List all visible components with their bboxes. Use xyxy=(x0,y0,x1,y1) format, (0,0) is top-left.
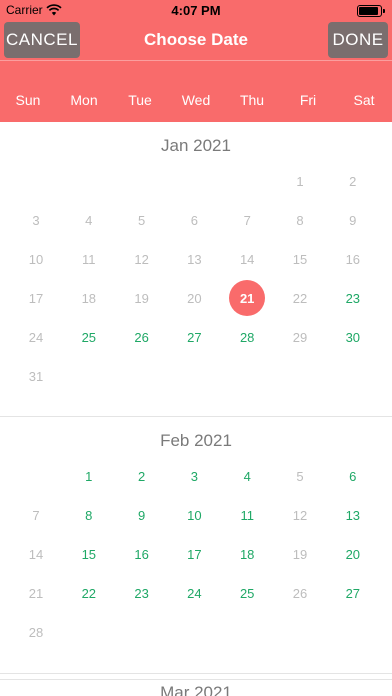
day-cell[interactable]: 16 xyxy=(124,536,160,572)
day-cell[interactable]: 9 xyxy=(124,497,160,533)
day-cell: 6 xyxy=(190,212,198,228)
day-cell[interactable]: 2 xyxy=(124,458,160,494)
day-cell: 7 xyxy=(32,507,40,523)
day-cell: 8 xyxy=(296,212,304,228)
day-cell: 22 xyxy=(292,290,308,306)
day-cell: 12 xyxy=(134,251,149,267)
month-title: Feb 2021 xyxy=(160,431,232,450)
day-cell[interactable]: 28 xyxy=(229,319,265,355)
header-divider xyxy=(0,60,392,61)
weekday-label: Sat xyxy=(353,92,375,108)
day-cell[interactable]: 4 xyxy=(229,458,265,494)
weekday-label: Thu xyxy=(239,92,265,108)
day-cell: 24 xyxy=(28,329,44,345)
month-divider xyxy=(0,416,392,417)
day-cell: 3 xyxy=(32,212,40,228)
day-cell[interactable]: 11 xyxy=(229,497,265,533)
day-cell: 2 xyxy=(349,173,357,189)
day-cell: 14 xyxy=(239,251,255,267)
day-cell: 28 xyxy=(28,624,44,640)
day-cell[interactable]: 22 xyxy=(71,575,107,611)
day-cell: 12 xyxy=(292,507,308,523)
day-cell[interactable]: 20 xyxy=(335,536,371,572)
day-cell[interactable]: 30 xyxy=(335,319,371,355)
day-cell[interactable]: 25 xyxy=(71,319,107,355)
day-cell: 4 xyxy=(85,212,93,228)
day-cell: 9 xyxy=(349,212,357,228)
day-cell: 21 xyxy=(28,585,44,601)
day-cell[interactable]: 10 xyxy=(176,497,212,533)
day-cell: 10 xyxy=(28,251,44,267)
month-title: Mar 2021 xyxy=(160,683,232,696)
day-cell: 1 xyxy=(296,173,304,189)
day-cell: 31 xyxy=(28,368,44,384)
day-cell[interactable]: 6 xyxy=(335,458,371,494)
weekday-label: Tue xyxy=(128,92,152,108)
done-button[interactable]: DONE xyxy=(328,22,388,58)
day-cell[interactable]: 8 xyxy=(71,497,107,533)
weekday-label: Fri xyxy=(299,92,317,108)
day-cell[interactable]: 15 xyxy=(71,536,107,572)
day-cell[interactable]: 26 xyxy=(124,319,160,355)
month-divider xyxy=(0,673,392,674)
header-bar: Carrier 4:07 PM CANCEL Choose Date DONE … xyxy=(0,0,392,122)
day-cell: 29 xyxy=(292,329,308,345)
battery-level xyxy=(359,7,378,15)
day-cell: 7 xyxy=(243,212,251,228)
day-cell: 5 xyxy=(137,212,146,228)
day-cell: 11 xyxy=(82,251,96,267)
weekday-label: Mon xyxy=(70,92,98,108)
status-time: 4:07 PM xyxy=(171,3,221,18)
day-cell: 14 xyxy=(28,546,44,562)
status-bar: Carrier 4:07 PM xyxy=(0,0,392,22)
day-cell-selected[interactable]: 21 xyxy=(229,280,266,316)
day-cell: 26 xyxy=(292,585,308,601)
day-cell: 19 xyxy=(292,546,308,562)
day-cell[interactable]: 27 xyxy=(335,575,371,611)
bottom-divider xyxy=(0,679,392,680)
weekday-row: Sun Mon Tue Wed Thu Fri Sat xyxy=(0,92,392,114)
battery-icon xyxy=(357,5,385,17)
day-cell: 5 xyxy=(296,468,304,484)
day-cell[interactable]: 17 xyxy=(176,536,212,572)
day-cell[interactable]: 25 xyxy=(229,575,265,611)
month-title: Jan 2021 xyxy=(161,136,231,155)
day-cell: 15 xyxy=(292,251,308,267)
day-cell[interactable]: 3 xyxy=(176,458,212,494)
day-cell: 20 xyxy=(187,290,202,306)
day-cell[interactable]: 24 xyxy=(176,575,212,611)
weekday-label: Wed xyxy=(181,92,211,108)
day-cell[interactable]: 1 xyxy=(71,458,107,494)
day-cell[interactable]: 18 xyxy=(229,536,265,572)
day-cell[interactable]: 13 xyxy=(335,497,371,533)
day-cell: 18 xyxy=(81,290,97,306)
day-cell: 13 xyxy=(187,251,202,267)
day-cell[interactable]: 27 xyxy=(176,319,212,355)
day-cell: 19 xyxy=(134,290,149,306)
day-cell[interactable]: 23 xyxy=(335,280,371,316)
day-cell[interactable]: 23 xyxy=(124,575,160,611)
day-cell: 17 xyxy=(28,290,44,306)
weekday-label: Sun xyxy=(15,92,41,108)
day-cell: 16 xyxy=(345,251,361,267)
